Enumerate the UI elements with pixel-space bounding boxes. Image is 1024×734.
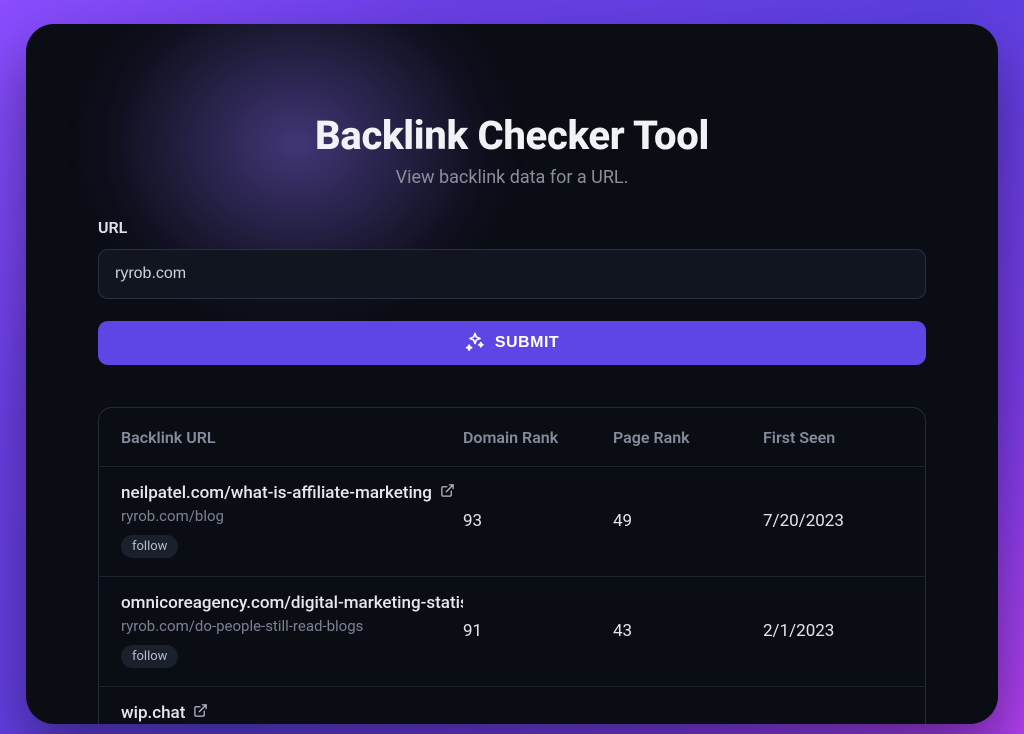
- link-type-tag: follow: [121, 645, 178, 668]
- domain-rank-value: 93: [463, 511, 613, 531]
- table-row: omnicoreagency.com/digital-marketing-sta…: [99, 576, 925, 686]
- table-header: Backlink URL Domain Rank Page Rank First…: [99, 408, 925, 466]
- col-domain-rank: Domain Rank: [463, 428, 613, 447]
- col-first-seen: First Seen: [763, 428, 903, 447]
- first-seen-value: 7/20/2023: [763, 511, 903, 531]
- sparkles-icon: [465, 331, 485, 356]
- table-row: neilpatel.com/what-is-affiliate-marketin…: [99, 466, 925, 576]
- tool-card: Backlink Checker Tool View backlink data…: [26, 24, 998, 724]
- source-url-text: neilpatel.com/what-is-affiliate-marketin…: [121, 483, 432, 503]
- destination-url-text: ryrob.com/blog: [121, 507, 463, 525]
- submit-button[interactable]: SUBMIT: [98, 321, 926, 365]
- url-input[interactable]: [98, 249, 926, 299]
- results-table: Backlink URL Domain Rank Page Rank First…: [98, 407, 926, 724]
- col-backlink-url: Backlink URL: [121, 428, 463, 447]
- backlink-source-link[interactable]: neilpatel.com/what-is-affiliate-marketin…: [121, 483, 463, 503]
- first-seen-value: 2/1/2023: [763, 621, 903, 641]
- external-link-icon: [440, 483, 455, 503]
- url-form-group: URL: [98, 218, 926, 299]
- backlink-source-link[interactable]: omnicoreagency.com/digital-marketing-sta…: [121, 593, 463, 613]
- external-link-icon: [193, 703, 208, 723]
- backlink-source-link[interactable]: wip.chat: [121, 703, 463, 723]
- source-url-text: omnicoreagency.com/digital-marketing-sta…: [121, 593, 463, 613]
- col-page-rank: Page Rank: [613, 428, 763, 447]
- domain-rank-value: 91: [463, 621, 613, 641]
- page-title: Backlink Checker Tool: [98, 112, 926, 159]
- page-subtitle: View backlink data for a URL.: [98, 167, 926, 188]
- source-url-text: wip.chat: [121, 703, 185, 723]
- table-row: wip.chat ryrob.com/amazon-affiliate-mark…: [99, 686, 925, 724]
- destination-url-text: ryrob.com/do-people-still-read-blogs: [121, 617, 463, 635]
- page-rank-value: 43: [613, 621, 763, 641]
- page-rank-value: 49: [613, 511, 763, 531]
- link-type-tag: follow: [121, 535, 178, 558]
- submit-button-label: SUBMIT: [495, 334, 559, 352]
- url-field-label: URL: [98, 218, 926, 237]
